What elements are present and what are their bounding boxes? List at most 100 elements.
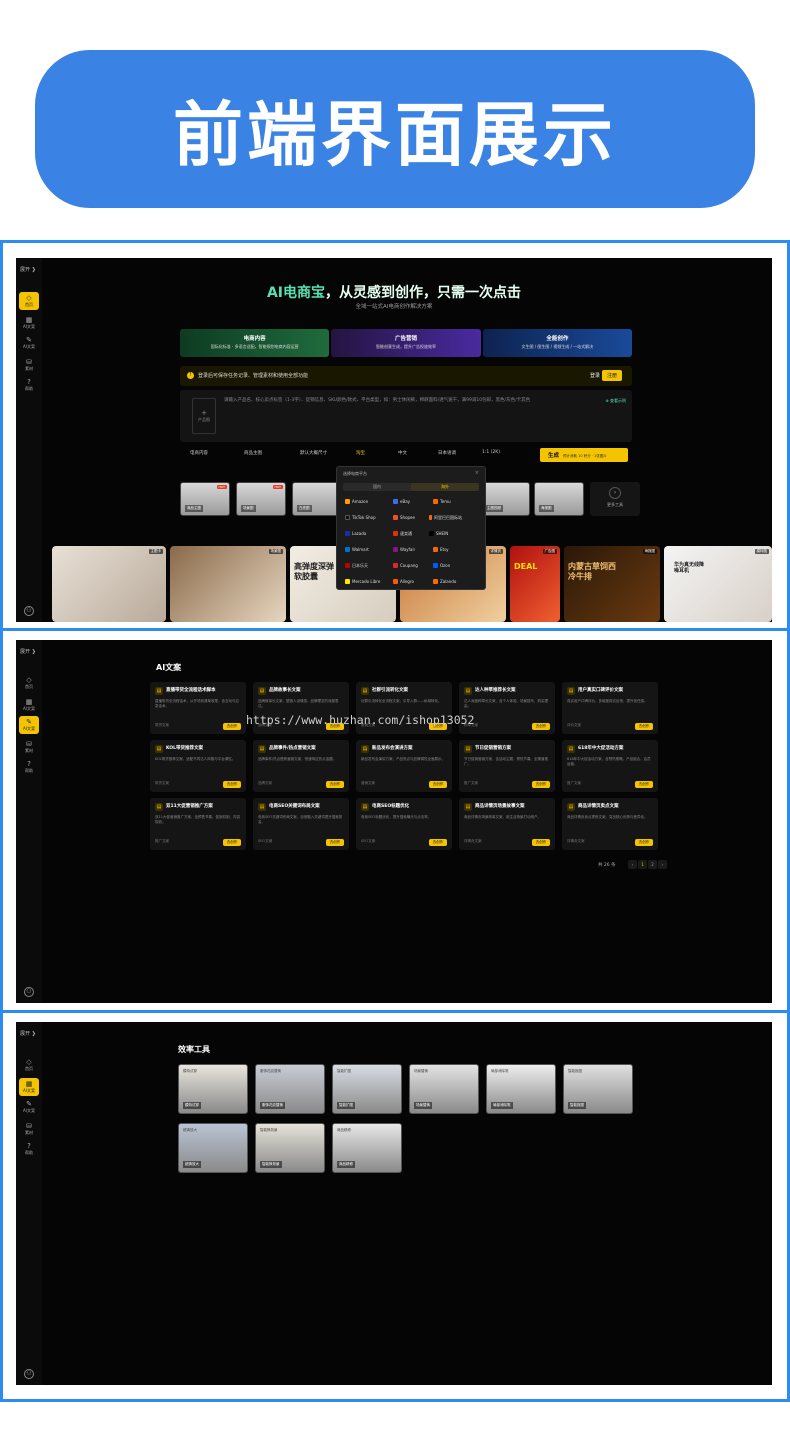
tool-card[interactable]: 智能扩图 智能扩图 (332, 1064, 402, 1114)
copy-card[interactable]: ▤ 双11大促营销推广方案 双11大促营销推广方案，含预售节奏、促销机制、内容规划。… (150, 798, 246, 850)
create-button[interactable]: 去创作 (635, 781, 653, 788)
tool-card[interactable]: 局部消除笔 局部消除笔 (486, 1064, 556, 1114)
create-button[interactable]: 去创作 (532, 723, 550, 730)
create-button[interactable]: 去创作 (223, 839, 241, 846)
sidebar-item-help[interactable]: ? 帮助 (19, 758, 39, 776)
tab-ecommerce[interactable]: 电商内容 国际化标准 · 多语言适配，智能规划电商内容运营 (180, 329, 330, 357)
avatar[interactable]: ⚇ (24, 1369, 34, 1379)
tool-card[interactable]: 模特试穿 模特试穿 (178, 1064, 248, 1114)
platform-option[interactable]: Lazada (345, 531, 366, 536)
option-image-type[interactable]: 商品主图 (244, 450, 262, 456)
pager-next[interactable]: › (658, 860, 667, 869)
option-size[interactable]: 默认大概尺寸 (300, 450, 327, 456)
avatar[interactable]: ⚇ (24, 606, 34, 616)
tool-thumb[interactable]: 海报图 (534, 482, 584, 516)
option-tone[interactable]: 日本语调 (438, 450, 456, 456)
create-button[interactable]: 去创作 (326, 781, 344, 788)
sidebar-item-home[interactable]: ◇ 首页 (19, 674, 39, 692)
sidebar-expand[interactable]: 展开 ❯ (20, 266, 36, 273)
upload-product-image[interactable]: + 产品图 (192, 398, 216, 434)
copy-card[interactable]: ▤ 电商SEO关键词布局文案 电商SEO关键词布局文案，自然融入关键词提升搜索排名。… (253, 798, 349, 850)
platform-option[interactable]: TikTok Shop (345, 515, 376, 520)
platform-option[interactable]: Mercado Libre (345, 579, 380, 584)
prompt-input[interactable]: + 产品图 请输入产品名、核心卖点标签（1-3字）、促销信息、SKU颜色/款式、平… (180, 390, 632, 442)
create-button[interactable]: 去创作 (429, 839, 447, 846)
platform-option[interactable]: 日本乐天 (345, 563, 368, 569)
platform-option[interactable]: Temu (433, 499, 451, 504)
showcase-image[interactable]: 主图卡 (52, 546, 166, 622)
tool-card[interactable]: 超清放大 超清放大 (178, 1123, 248, 1173)
sidebar-item-assets[interactable]: ⛁ 素材 (19, 738, 39, 756)
platform-option[interactable]: Allegro (393, 579, 414, 584)
copy-card[interactable]: ▤ 直播带货全流程话术脚本 直播带货全流程话术，从开场到逼单收尾，含互动与应急话术。… (150, 682, 246, 734)
create-button[interactable]: 去创作 (429, 781, 447, 788)
sidebar-item-home[interactable]: ◇ 首页 (19, 1056, 39, 1074)
view-example-link[interactable]: ⊕ 查看示例 (605, 398, 626, 404)
copy-card[interactable]: ▤ 新品发布会演讲方案 新品发布会演讲方案，产品亮点与品牌调性全面展示。 营销文案 去创… (356, 740, 452, 792)
tool-thumb[interactable]: 主图视频 (480, 482, 530, 516)
copy-card[interactable]: ▤ 618年中大促活动方案 618年中大促活动方案，含预热策略、产品组合、会员运营。… (562, 740, 658, 792)
platform-option[interactable]: SHEIN (429, 531, 448, 536)
option-language[interactable]: 中文 (398, 450, 407, 456)
create-button[interactable]: 去创作 (635, 723, 653, 730)
sidebar-item-assets[interactable]: ⛁ 素材 (19, 1120, 39, 1138)
create-button[interactable]: 去创作 (635, 839, 653, 846)
sidebar-expand[interactable]: 展开 ❯ (20, 648, 36, 655)
showcase-image[interactable]: 海报图 内蒙古草饲西冷牛排 (564, 546, 660, 622)
copy-card[interactable]: ▤ 商品详情页卖点文案 商品详情页卖点提炼文案，突出核心优势与差异化。 详情页文案 去创… (562, 798, 658, 850)
showcase-image[interactable]: 模特图 华为真无线降噪耳机 (664, 546, 772, 622)
avatar[interactable]: ⚇ (24, 987, 34, 997)
showcase-image[interactable]: 广告图 DEAL (510, 546, 560, 622)
option-platform[interactable]: 淘宝 (356, 450, 365, 456)
tool-card[interactable]: 智能抠图 智能抠图 (563, 1064, 633, 1114)
sidebar-item-copy[interactable]: ▦ AI文案 (19, 1078, 39, 1096)
sidebar-item-write[interactable]: ✎ AI文案 (19, 1098, 39, 1116)
sidebar-item-copy[interactable]: ▦ AI文案 (19, 696, 39, 714)
sidebar-item-write[interactable]: ✎ AI文案 (19, 716, 39, 734)
pager-page[interactable]: 1 (638, 860, 647, 869)
showcase-image[interactable]: 场景图 (170, 546, 286, 622)
pager-prev[interactable]: ‹ (628, 860, 637, 869)
tool-card[interactable]: 场景替换 场景替换 (409, 1064, 479, 1114)
pager-page[interactable]: 2 (648, 860, 657, 869)
copy-card[interactable]: ▤ 电商SEO标题优化 电商SEO标题优化，提升搜索曝光与点击率。 SEO文案 去创作 (356, 798, 452, 850)
sidebar-item-write[interactable]: ✎ AI文案 (19, 334, 39, 352)
sidebar-item-assets[interactable]: ⛁ 素材 (19, 356, 39, 374)
tool-thumb[interactable]: HOT 场景图 (236, 482, 286, 516)
create-button[interactable]: 去创作 (532, 839, 550, 846)
sidebar-item-copy[interactable]: ▦ AI文案 (19, 314, 39, 332)
platform-option[interactable]: eBay (393, 499, 410, 504)
copy-card[interactable]: ▤ 用户真实口碑评价文案 真实用户口碑评价，多维度真实反馈，提升信任感。 评价文案 去创… (562, 682, 658, 734)
register-button[interactable]: 注册 (601, 370, 622, 381)
option-content-type[interactable]: 电商内容 (190, 450, 208, 456)
tab-creation[interactable]: 全能创作 文生图 / 图生图 / 视频生成 / 一站式解决 (482, 329, 632, 357)
tool-card[interactable]: 智能换背景 智能换背景 (255, 1123, 325, 1173)
create-button[interactable]: 去创作 (223, 781, 241, 788)
platform-option[interactable]: Etsy (433, 547, 449, 552)
generate-button[interactable]: 生成 预计消耗 10 积分 · 1张图片 (540, 448, 628, 462)
tool-card[interactable]: 商品精修 商品精修 (332, 1123, 402, 1173)
copy-card[interactable]: ▤ 节日促销营销方案 节日促销营销方案，含活动主题、预热节奏、全渠道推广。 推广文案 去… (459, 740, 555, 792)
platform-option[interactable]: Zalando (433, 579, 456, 584)
create-button[interactable]: 去创作 (532, 781, 550, 788)
tool-card[interactable]: 服饰花纹替换 服饰花纹替换 (255, 1064, 325, 1114)
platform-option[interactable]: 速卖通 (393, 531, 412, 537)
platform-option[interactable]: Ozon (433, 563, 450, 568)
platform-option[interactable]: Wayfair (393, 547, 415, 552)
more-tools-button[interactable]: › 更多工具 (590, 482, 640, 516)
tab-advertising[interactable]: 广告营销 智能创意生成，提升广告投放效率 (331, 329, 481, 357)
option-ratio[interactable]: 1:1 (2K) (482, 450, 500, 455)
platform-option[interactable]: Amazon (345, 499, 368, 504)
sidebar-item-help[interactable]: ? 帮助 (19, 1140, 39, 1158)
copy-card[interactable]: ▤ KOL带货推荐文案 KOL带货推荐文案，适配不同达人风格与平台调性。 带货文案 去创… (150, 740, 246, 792)
close-icon[interactable]: × (475, 470, 479, 476)
sidebar-expand[interactable]: 展开 ❯ (20, 1030, 36, 1037)
platform-option[interactable]: Coupang (393, 563, 418, 568)
create-button[interactable]: 去创作 (326, 839, 344, 846)
platform-option[interactable]: Shopee (393, 515, 415, 520)
platform-option[interactable]: Walmart (345, 547, 369, 552)
create-button[interactable]: 去创作 (223, 723, 241, 730)
tab-overseas[interactable]: 海外 (411, 483, 479, 491)
copy-card[interactable]: ▤ 品牌事件/热点营销文案 品牌事件/热点借势营销文案，快速响应热点话题。 品牌文案 去… (253, 740, 349, 792)
sidebar-item-help[interactable]: ? 帮助 (19, 376, 39, 394)
